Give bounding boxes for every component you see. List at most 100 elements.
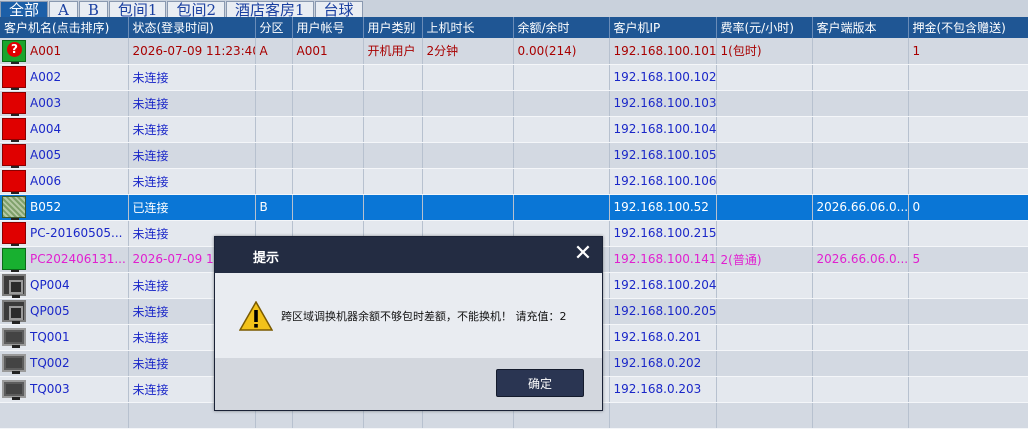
cell-deposit	[908, 168, 1028, 195]
column-header-3[interactable]: 用户帐号	[292, 17, 364, 38]
table-row[interactable]: ? A001 2026-07-09 11:23:40 A A001 开机用户 2分钟 0.00…	[0, 38, 1028, 65]
cell-deposit	[908, 298, 1028, 325]
cell-duration	[422, 116, 514, 143]
cell-zone	[255, 116, 293, 143]
tab-5[interactable]: 酒店客房1	[225, 1, 314, 18]
column-header-1[interactable]: 状态(登录时间)	[128, 17, 256, 38]
monitor-icon	[2, 274, 26, 297]
cell-account	[292, 142, 364, 169]
cell-deposit: 1	[908, 38, 1028, 65]
cell-duration	[422, 142, 514, 169]
column-header-8[interactable]: 费率(元/小时)	[716, 17, 813, 38]
monitor-icon	[2, 328, 26, 348]
tab-2[interactable]: B	[78, 1, 108, 18]
client-name: B052	[30, 200, 62, 214]
cell-category	[363, 64, 423, 91]
cell-status: 已连接	[128, 194, 256, 221]
cell-deposit	[908, 402, 1028, 429]
cell-balance	[513, 142, 610, 169]
column-header-6[interactable]: 余额/余时	[513, 17, 610, 38]
cell-version	[812, 324, 909, 351]
client-name-cell[interactable]: PC-20160505...	[0, 220, 129, 247]
cell-rate	[716, 272, 813, 299]
table-row[interactable]: A004 未连接 192.168.100.104	[0, 116, 1028, 143]
table-row[interactable]: A002 未连接 192.168.100.102	[0, 64, 1028, 91]
client-name-cell[interactable]: TQ001	[0, 324, 129, 351]
client-name-cell[interactable]: TQ003	[0, 376, 129, 403]
table-row[interactable]: B052 已连接 B 192.168.100.52 2026.66.06.0... 0	[0, 194, 1028, 221]
client-name-cell[interactable]: A006	[0, 168, 129, 195]
cell-rate	[716, 64, 813, 91]
client-name-cell[interactable]: B052	[0, 194, 129, 221]
client-name: A006	[30, 174, 62, 188]
client-name-cell[interactable]	[0, 402, 129, 429]
client-name-cell[interactable]: QP005	[0, 298, 129, 325]
cell-version	[812, 220, 909, 247]
client-name-cell[interactable]: A004	[0, 116, 129, 143]
table-row[interactable]: A005 未连接 192.168.100.105	[0, 142, 1028, 169]
cell-ip: 192.168.0.202	[609, 350, 717, 377]
tab-4[interactable]: 包间2	[167, 1, 225, 18]
tab-3[interactable]: 包间1	[108, 1, 167, 18]
cell-deposit	[908, 272, 1028, 299]
tab-0[interactable]: 全部	[0, 1, 49, 18]
dialog-message: 跨区域调换机器余额不够包时差额，不能换机！ 请充值：2	[281, 310, 567, 323]
cell-deposit	[908, 376, 1028, 403]
monitor-icon	[2, 222, 26, 245]
client-name-cell[interactable]: A002	[0, 64, 129, 91]
cell-rate: 1(包时)	[716, 38, 813, 65]
client-name: TQ002	[30, 356, 70, 370]
column-header-10[interactable]: 押金(不包含赠送)	[908, 17, 1028, 38]
cell-version	[812, 90, 909, 117]
cell-rate	[716, 220, 813, 247]
cell-zone: A	[255, 38, 293, 65]
cell-rate: 2(普通)	[716, 246, 813, 273]
monitor-icon	[2, 300, 26, 323]
dialog-header: 提示 ✕	[215, 237, 602, 273]
cell-deposit	[908, 324, 1028, 351]
table-row[interactable]: A003 未连接 192.168.100.103	[0, 90, 1028, 117]
client-name-cell[interactable]: TQ002	[0, 350, 129, 377]
cell-zone: B	[255, 194, 293, 221]
cell-version	[812, 376, 909, 403]
ok-button[interactable]: 确定	[496, 369, 584, 397]
warning-icon	[239, 301, 273, 331]
cell-rate	[716, 116, 813, 143]
client-name-cell[interactable]: QP004	[0, 272, 129, 299]
column-header-4[interactable]: 用户类别	[363, 17, 423, 38]
monitor-icon: ?	[2, 39, 26, 63]
column-header-9[interactable]: 客户端版本	[812, 17, 909, 38]
cell-version	[812, 298, 909, 325]
cell-account	[292, 116, 364, 143]
cell-category	[363, 116, 423, 143]
column-header-2[interactable]: 分区	[255, 17, 293, 38]
cell-status: 未连接	[128, 64, 256, 91]
column-header-5[interactable]: 上机时长	[422, 17, 514, 38]
client-name: TQ001	[30, 330, 70, 344]
table-row[interactable]: A006 未连接 192.168.100.106	[0, 168, 1028, 195]
cell-balance	[513, 90, 610, 117]
client-name: PC-20160505...	[30, 226, 123, 240]
cell-ip: 192.168.100.215	[609, 220, 717, 247]
cell-rate	[716, 194, 813, 221]
cell-deposit	[908, 90, 1028, 117]
close-icon[interactable]: ✕	[572, 243, 594, 265]
client-name-cell[interactable]: A005	[0, 142, 129, 169]
monitor-icon	[2, 380, 26, 400]
client-name-cell[interactable]: PC202406131...	[0, 246, 129, 273]
column-header-0[interactable]: 客户机名(点击排序)	[0, 17, 129, 38]
cell-category: 开机用户	[363, 38, 423, 65]
cell-rate	[716, 90, 813, 117]
cell-status: 未连接	[128, 168, 256, 195]
tab-6[interactable]: 台球	[314, 1, 363, 18]
cell-balance	[513, 194, 610, 221]
column-header-7[interactable]: 客户机IP	[609, 17, 717, 38]
monitor-icon	[2, 118, 26, 141]
monitor-icon	[2, 248, 26, 271]
client-name-cell[interactable]: A003	[0, 90, 129, 117]
cell-zone	[255, 142, 293, 169]
cell-ip: 192.168.100.204	[609, 272, 717, 299]
prompt-dialog: 提示 ✕ 跨区域调换机器余额不够包时差额，不能换机！ 请充值：2 确定	[214, 236, 603, 411]
tab-1[interactable]: A	[49, 1, 78, 18]
client-name-cell[interactable]: ? A001	[0, 38, 129, 65]
